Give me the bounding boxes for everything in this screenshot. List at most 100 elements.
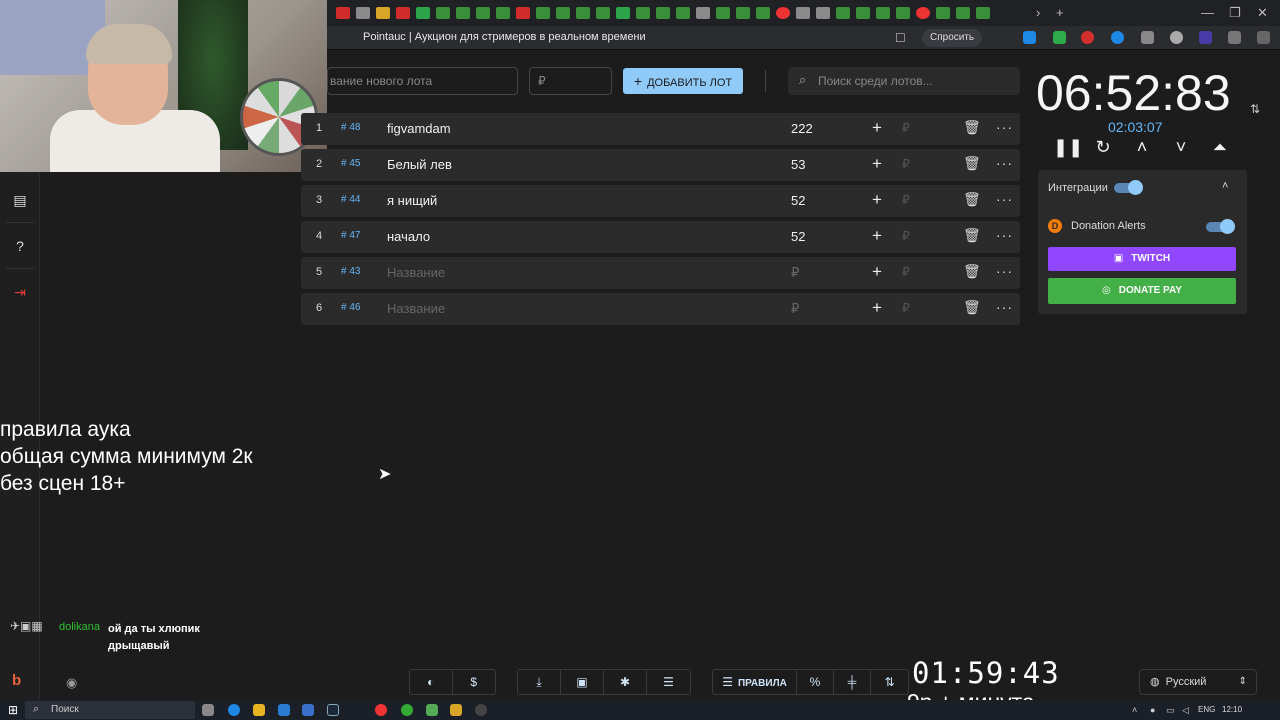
- download-icon[interactable]: ⤓: [518, 670, 561, 694]
- twitch-button[interactable]: ▣ TWITCH: [1048, 247, 1236, 271]
- chevron-up-icon[interactable]: ˄: [1131, 137, 1153, 158]
- eye-icon[interactable]: ◉: [66, 675, 77, 691]
- clear-list-icon[interactable]: ☰: [647, 670, 690, 694]
- extension-icon[interactable]: [1023, 31, 1036, 44]
- double-chevron-up-icon[interactable]: ⏶: [1209, 137, 1231, 158]
- more-options-icon[interactable]: ···: [996, 155, 1013, 171]
- lot-name-field[interactable]: Название: [387, 265, 445, 280]
- lot-name-field[interactable]: Название: [387, 301, 445, 316]
- logout-icon[interactable]: ⇥: [10, 282, 30, 302]
- integrations-toggle[interactable]: [1114, 180, 1143, 195]
- globe-extension-icon[interactable]: [1170, 31, 1183, 44]
- app-icon[interactable]: [278, 704, 290, 716]
- add-amount-icon[interactable]: +: [872, 226, 882, 246]
- help-icon[interactable]: ?: [10, 236, 30, 256]
- lot-extra-amount-field[interactable]: ₽: [902, 265, 910, 279]
- delete-icon[interactable]: 🗑: [963, 263, 981, 280]
- tab-favicon[interactable]: [476, 7, 490, 19]
- window-minimize-button[interactable]: —: [1201, 5, 1214, 20]
- extension-icon[interactable]: [1199, 31, 1212, 44]
- delete-icon[interactable]: 🗑: [963, 155, 981, 172]
- donatepay-button[interactable]: ◎ DONATE PAY: [1048, 278, 1236, 304]
- rules-button[interactable]: ☰ ПРАВИЛА: [713, 670, 797, 694]
- chrome-icon[interactable]: [401, 704, 413, 716]
- pinned-tabs[interactable]: [330, 7, 990, 19]
- extension-icon[interactable]: [1141, 31, 1154, 44]
- tab-favicon[interactable]: [396, 7, 410, 19]
- tab-favicon[interactable]: [896, 7, 910, 19]
- tab-favicon[interactable]: [916, 7, 930, 19]
- shazam-icon[interactable]: [1111, 31, 1124, 44]
- tray-chevron-icon[interactable]: ˄: [1132, 705, 1137, 715]
- tab-favicon[interactable]: [856, 7, 870, 19]
- lot-amount-field[interactable]: 52: [791, 229, 805, 244]
- obs-icon[interactable]: [475, 704, 487, 716]
- tab-favicon[interactable]: [756, 7, 770, 19]
- lot-name-field[interactable]: я нищий: [387, 193, 437, 208]
- lot-amount-field[interactable]: 52: [791, 193, 805, 208]
- save-icon[interactable]: ▣: [561, 670, 604, 694]
- new-tab-button[interactable]: +: [1056, 5, 1064, 20]
- windows-start-icon[interactable]: ⊞: [8, 703, 18, 717]
- app-icon[interactable]: [450, 704, 462, 716]
- tab-favicon[interactable]: [796, 7, 810, 19]
- tab-favicon[interactable]: [776, 7, 790, 19]
- add-amount-icon[interactable]: +: [872, 118, 882, 138]
- donation-alerts-toggle[interactable]: [1206, 219, 1235, 234]
- tab-favicon[interactable]: [596, 7, 610, 19]
- delete-icon[interactable]: 🗑: [963, 119, 981, 136]
- sort-icon[interactable]: ⇅: [871, 670, 908, 694]
- delete-icon[interactable]: 🗑: [963, 191, 981, 208]
- volume-icon[interactable]: ◁: [1182, 705, 1189, 716]
- bug-icon[interactable]: ✱: [604, 670, 647, 694]
- lot-amount-field[interactable]: 222: [791, 121, 813, 136]
- tab-favicon[interactable]: [956, 7, 970, 19]
- add-amount-icon[interactable]: +: [872, 190, 882, 210]
- add-amount-icon[interactable]: +: [872, 262, 882, 282]
- more-options-icon[interactable]: ···: [996, 119, 1013, 135]
- tab-favicon[interactable]: [816, 7, 830, 19]
- swap-icon[interactable]: ⇅: [1250, 102, 1260, 116]
- tab-favicon[interactable]: [436, 7, 450, 19]
- window-close-button[interactable]: ✕: [1257, 5, 1268, 21]
- task-view-icon[interactable]: [202, 704, 214, 716]
- delete-icon[interactable]: 🗑: [963, 299, 981, 316]
- lot-name-input[interactable]: вание нового лота: [327, 67, 518, 95]
- tab-favicon[interactable]: [556, 7, 570, 19]
- tab-favicon[interactable]: [376, 7, 390, 19]
- tab-favicon[interactable]: [976, 7, 990, 19]
- tab-favicon[interactable]: [636, 7, 650, 19]
- percent-button[interactable]: %: [797, 670, 834, 694]
- page-title[interactable]: Pointauc | Аукцион для стримеров в реаль…: [363, 31, 646, 43]
- yandex-browser-icon[interactable]: [375, 704, 387, 716]
- tab-favicon[interactable]: [616, 7, 630, 19]
- more-options-icon[interactable]: ···: [996, 299, 1013, 315]
- ask-ai-button[interactable]: Спросить: [922, 29, 983, 47]
- puzzle-icon[interactable]: [1228, 31, 1241, 44]
- pause-icon[interactable]: ❚❚: [1053, 137, 1083, 158]
- add-amount-icon[interactable]: +: [872, 154, 882, 174]
- lot-extra-amount-field[interactable]: ₽: [902, 157, 910, 171]
- chevron-up-icon[interactable]: ˄: [1222, 180, 1228, 192]
- bookmark-icon[interactable]: ☐: [895, 31, 906, 45]
- tab-favicon[interactable]: [356, 7, 370, 19]
- shield-extension-icon[interactable]: [1053, 31, 1066, 44]
- tab-favicon[interactable]: [936, 7, 950, 19]
- lot-amount-field[interactable]: ₽: [791, 265, 799, 281]
- reset-icon[interactable]: ↻: [1092, 137, 1114, 158]
- more-options-icon[interactable]: ···: [996, 191, 1013, 207]
- tab-favicon[interactable]: [416, 7, 430, 19]
- taskbar-search-input[interactable]: Поиск: [25, 701, 195, 719]
- tray-clock[interactable]: 12:10: [1222, 705, 1242, 714]
- add-amount-icon[interactable]: +: [872, 298, 882, 318]
- lot-extra-amount-field[interactable]: ₽: [902, 229, 910, 243]
- microphone-icon[interactable]: ●: [1150, 705, 1155, 715]
- lot-name-field[interactable]: Белый лев: [387, 157, 452, 172]
- input-language[interactable]: ENG: [1198, 705, 1215, 714]
- tab-favicon[interactable]: [576, 7, 590, 19]
- edge-icon[interactable]: [228, 704, 240, 716]
- lot-extra-amount-field[interactable]: ₽: [902, 193, 910, 207]
- tab-favicon[interactable]: [496, 7, 510, 19]
- more-options-icon[interactable]: ···: [996, 263, 1013, 279]
- tab-favicon[interactable]: [696, 7, 710, 19]
